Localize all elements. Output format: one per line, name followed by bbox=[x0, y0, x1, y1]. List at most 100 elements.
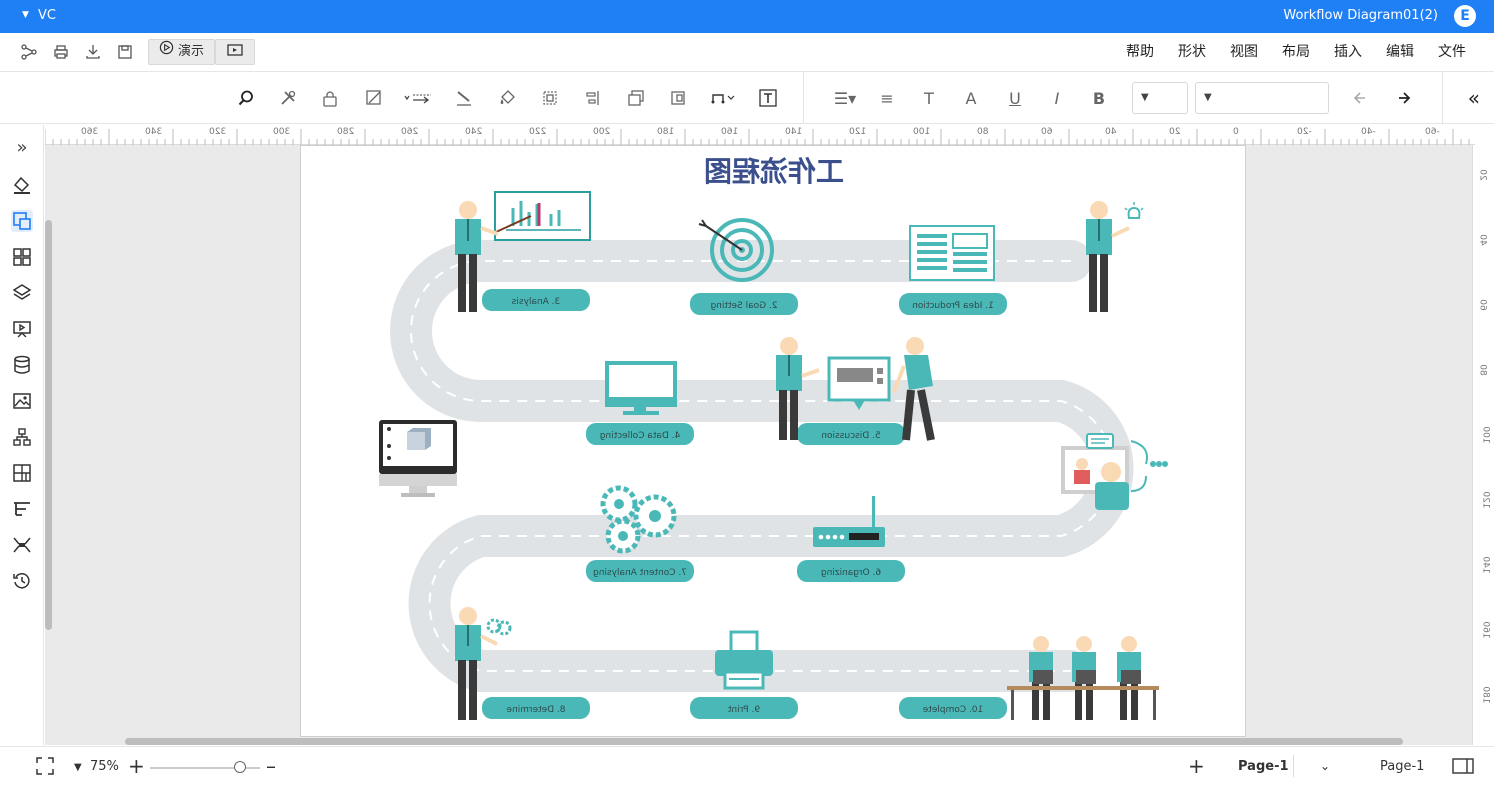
menu-layout[interactable]: 布局 bbox=[1270, 33, 1322, 72]
history-icon[interactable] bbox=[11, 570, 33, 592]
fit-page-icon[interactable] bbox=[36, 757, 54, 779]
horizontal-scrollbar[interactable] bbox=[125, 738, 1403, 745]
page-selector[interactable]: Page-1 bbox=[1380, 759, 1424, 774]
mindmap-icon[interactable] bbox=[11, 534, 33, 556]
zoom-dropdown-icon[interactable]: ▼ bbox=[74, 762, 82, 773]
present-button[interactable]: 演示 bbox=[148, 39, 216, 65]
presentation-icon bbox=[227, 43, 243, 62]
ruler-label: 80 bbox=[977, 127, 989, 137]
ruler-label: 300 bbox=[273, 127, 291, 137]
idea-figure[interactable] bbox=[1086, 201, 1144, 312]
ruler-label: 60 bbox=[1477, 299, 1488, 311]
menu-view[interactable]: 视图 bbox=[1218, 33, 1270, 72]
zoom-in-icon[interactable]: + bbox=[128, 754, 145, 778]
undo-icon[interactable] bbox=[1393, 87, 1415, 109]
lock-icon[interactable] bbox=[319, 87, 341, 109]
line-color-icon[interactable] bbox=[453, 87, 475, 109]
page-tab-active[interactable]: Page-1 bbox=[1238, 759, 1289, 774]
print-icon[interactable] bbox=[52, 43, 70, 61]
team-figures[interactable] bbox=[1007, 636, 1159, 720]
menu-file[interactable]: 文件 bbox=[1426, 33, 1478, 72]
size-icon[interactable] bbox=[539, 87, 561, 109]
search-icon[interactable] bbox=[235, 87, 257, 109]
page-dropdown-icon[interactable]: ⌄ bbox=[1320, 759, 1330, 773]
menu-insert[interactable]: 插入 bbox=[1322, 33, 1374, 72]
font-family-select[interactable]: ▼ bbox=[1195, 82, 1329, 114]
title-bar: E Workflow Diagram01(2) VC ▼ bbox=[0, 0, 1494, 33]
download-icon[interactable] bbox=[84, 43, 102, 61]
line-style-icon[interactable] bbox=[402, 87, 434, 109]
ruler-label: 180 bbox=[1480, 686, 1491, 704]
document-icon[interactable] bbox=[909, 225, 995, 281]
group-icon[interactable] bbox=[625, 87, 647, 109]
underline-icon[interactable]: U bbox=[1004, 87, 1026, 109]
page-list-icon[interactable] bbox=[1452, 758, 1474, 778]
step-label: 10. Complete bbox=[922, 705, 983, 715]
font-color-icon[interactable]: A bbox=[960, 87, 982, 109]
italic-icon[interactable]: I bbox=[1046, 87, 1068, 109]
align-icon[interactable]: ≡ bbox=[876, 87, 898, 109]
play-icon bbox=[159, 40, 174, 64]
step-label: 4. Data Collecting bbox=[600, 431, 681, 441]
app-logo-icon[interactable]: E bbox=[1454, 5, 1476, 27]
distribute-icon[interactable] bbox=[581, 87, 603, 109]
table-icon[interactable] bbox=[11, 462, 33, 484]
tools-icon[interactable] bbox=[277, 87, 299, 109]
presentation-icon[interactable] bbox=[11, 318, 33, 340]
workflow-diagram: 工作流程图 1. Idea Production 2. Goal Setting 3… bbox=[379, 155, 1168, 720]
text-format-icon[interactable]: T bbox=[918, 87, 940, 109]
image-icon[interactable] bbox=[11, 390, 33, 412]
database-icon[interactable] bbox=[11, 354, 33, 376]
left-sidebar: » bbox=[0, 125, 44, 746]
desktop-computer-icon[interactable] bbox=[379, 420, 457, 497]
layers-icon[interactable] bbox=[11, 282, 33, 304]
menu-help[interactable]: 帮助 bbox=[1114, 33, 1166, 72]
ruler-label: 240 bbox=[465, 127, 483, 137]
share-icon[interactable] bbox=[20, 43, 38, 61]
org-chart-icon[interactable] bbox=[11, 426, 33, 448]
format-toolbar: « ▼ ▼ B I U A T ≡ ☰▾ bbox=[0, 72, 1494, 124]
ruler-label: 60 bbox=[1041, 127, 1053, 137]
bold-icon[interactable]: B bbox=[1088, 87, 1110, 109]
ruler-label: 0 bbox=[1233, 127, 1239, 137]
menu-shape[interactable]: 形状 bbox=[1166, 33, 1218, 72]
shadow-icon[interactable] bbox=[363, 87, 385, 109]
expand-icon[interactable]: » bbox=[11, 136, 33, 158]
save-icon[interactable] bbox=[116, 43, 134, 61]
user-dropdown-icon[interactable]: ▼ bbox=[22, 10, 29, 20]
step-label: 9. Print bbox=[727, 705, 760, 715]
presentation-mode-button[interactable] bbox=[215, 39, 256, 65]
paint-bucket-icon[interactable] bbox=[11, 174, 33, 196]
redo-icon[interactable] bbox=[1350, 87, 1372, 109]
add-page-icon[interactable]: + bbox=[1188, 754, 1205, 778]
shape-library-icon[interactable] bbox=[11, 210, 33, 232]
ruler-label: 20 bbox=[1169, 127, 1181, 137]
ruler-label: 160 bbox=[721, 127, 739, 137]
menu-edit[interactable]: 编辑 bbox=[1374, 33, 1426, 72]
front-icon[interactable] bbox=[667, 87, 689, 109]
ruler-label: 80 bbox=[1477, 364, 1488, 376]
grid-icon[interactable] bbox=[11, 246, 33, 268]
road-path bbox=[390, 240, 1134, 692]
printer-icon[interactable] bbox=[715, 630, 773, 690]
user-account[interactable]: VC bbox=[38, 8, 56, 23]
vertical-ruler: 20 40 60 80 100 120 140 160 180 bbox=[1472, 145, 1494, 745]
zoom-out-icon[interactable]: – bbox=[266, 754, 276, 778]
zoom-level[interactable]: 75% bbox=[90, 759, 119, 774]
diagram-title[interactable]: 工作流程图 bbox=[704, 155, 844, 188]
line-spacing-icon[interactable]: ☰▾ bbox=[830, 87, 860, 109]
vertical-scrollbar[interactable] bbox=[45, 220, 52, 630]
fill-color-icon[interactable] bbox=[497, 87, 519, 109]
ruler-label: 120 bbox=[849, 127, 867, 137]
diagram-page[interactable]: 工作流程图 1. Idea Production 2. Goal Setting 3… bbox=[300, 145, 1246, 737]
zoom-slider-knob[interactable] bbox=[234, 761, 246, 773]
connector-icon[interactable] bbox=[707, 87, 737, 109]
status-divider bbox=[1293, 755, 1294, 777]
ruler-label: 280 bbox=[337, 127, 355, 137]
step-label: 6. Organizing bbox=[821, 568, 881, 578]
font-size-select[interactable]: ▼ bbox=[1132, 82, 1188, 114]
collapse-panel-icon[interactable]: « bbox=[1468, 86, 1480, 110]
toolbar-divider bbox=[803, 72, 804, 124]
text-box-icon[interactable] bbox=[757, 87, 779, 109]
timeline-icon[interactable] bbox=[11, 498, 33, 520]
